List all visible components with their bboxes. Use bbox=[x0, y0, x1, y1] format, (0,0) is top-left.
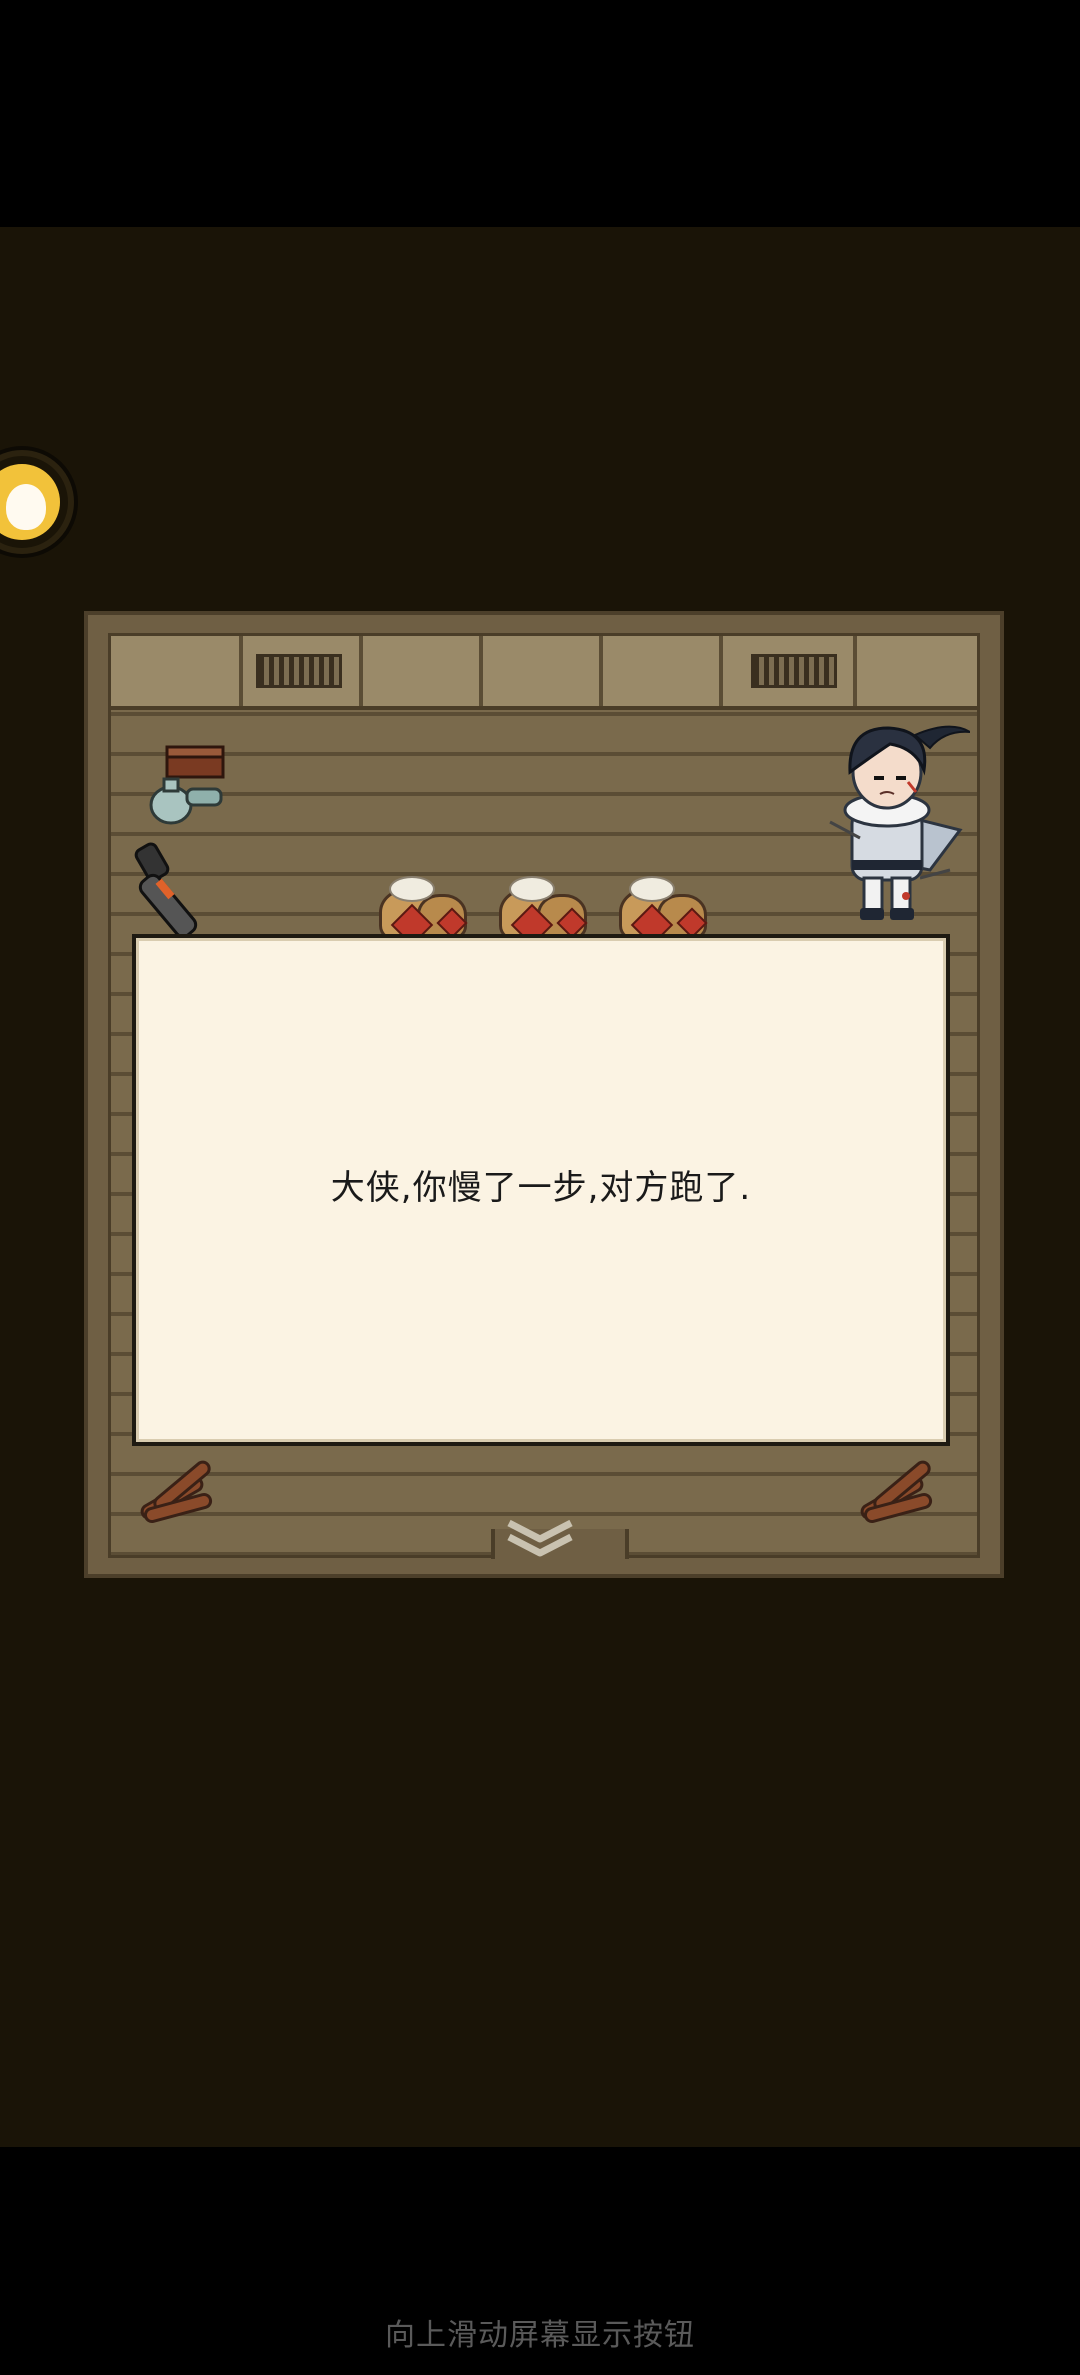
dialog-box[interactable]: 大侠,你慢了一步,对方跑了. bbox=[132, 934, 950, 1446]
back-wall bbox=[111, 636, 977, 710]
rice-sack[interactable] bbox=[379, 872, 471, 947]
dialog-text: 大侠,你慢了一步,对方跑了. bbox=[330, 1168, 752, 1208]
firewood-pile[interactable] bbox=[133, 1456, 219, 1525]
jar-and-box-icon[interactable] bbox=[139, 741, 229, 831]
chevron-down-icon[interactable] bbox=[505, 1517, 575, 1557]
rice-sack[interactable] bbox=[619, 872, 711, 947]
firewood-pile[interactable] bbox=[853, 1456, 939, 1525]
wall-vent bbox=[751, 654, 837, 688]
hero-character[interactable] bbox=[820, 710, 970, 930]
game-screen: 大侠,你慢了一步,对方跑了. 向上滑动屏幕显示按钮 bbox=[0, 0, 1080, 2375]
cat-avatar-icon bbox=[0, 464, 60, 540]
rice-sack[interactable] bbox=[499, 872, 591, 947]
wall-vent bbox=[256, 654, 342, 688]
status-bar bbox=[0, 0, 1080, 227]
swipe-hint: 向上滑动屏幕显示按钮 bbox=[385, 2318, 695, 2353]
